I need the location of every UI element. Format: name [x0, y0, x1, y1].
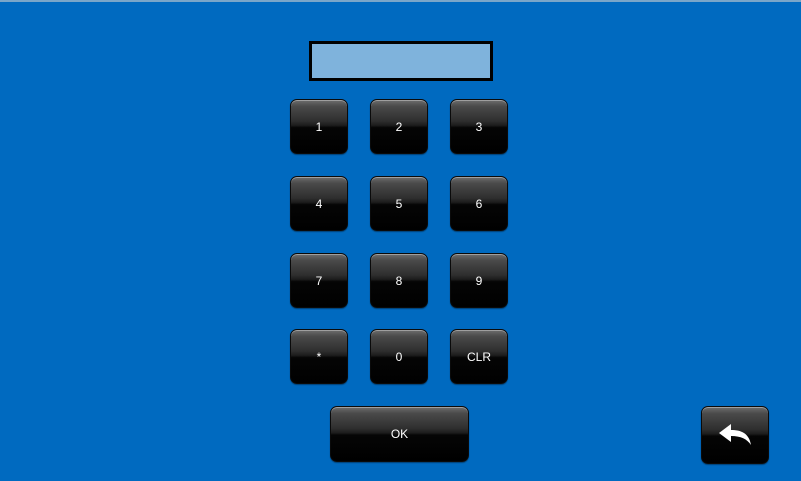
- entry-display: [309, 41, 493, 81]
- key-star-label: *: [316, 349, 322, 364]
- key-7-label: 7: [315, 273, 323, 288]
- key-2[interactable]: 2: [370, 99, 428, 154]
- key-0-label: 0: [395, 349, 403, 364]
- clear-button[interactable]: CLR: [450, 329, 508, 384]
- key-6-label: 6: [475, 196, 483, 211]
- key-2-label: 2: [395, 119, 403, 134]
- key-7[interactable]: 7: [290, 253, 348, 308]
- clear-button-label: CLR: [466, 349, 491, 364]
- back-arrow-icon: [719, 424, 751, 445]
- key-8-label: 8: [395, 273, 403, 288]
- key-0[interactable]: 0: [370, 329, 428, 384]
- key-4-label: 4: [315, 196, 323, 211]
- key-6[interactable]: 6: [450, 176, 508, 231]
- top-edge-line: [0, 0, 801, 2]
- key-5[interactable]: 5: [370, 176, 428, 231]
- key-8[interactable]: 8: [370, 253, 428, 308]
- key-3-label: 3: [475, 119, 483, 134]
- key-5-label: 5: [395, 196, 403, 211]
- key-1[interactable]: 1: [290, 99, 348, 154]
- key-9[interactable]: 9: [450, 253, 508, 308]
- key-1-label: 1: [315, 119, 323, 134]
- key-4[interactable]: 4: [290, 176, 348, 231]
- ok-button-label: OK: [390, 427, 409, 441]
- ok-button[interactable]: OK: [330, 406, 469, 462]
- key-star[interactable]: *: [290, 329, 348, 384]
- key-9-label: 9: [475, 273, 483, 288]
- key-3[interactable]: 3: [450, 99, 508, 154]
- back-button[interactable]: [701, 406, 769, 464]
